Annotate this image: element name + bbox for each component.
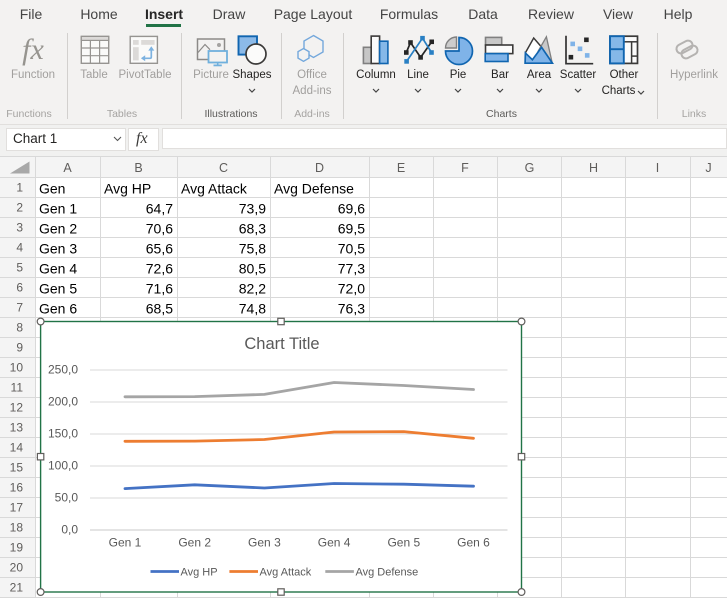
svg-text:150,0: 150,0 <box>48 427 78 441</box>
svg-text:Gen 5: Gen 5 <box>39 281 77 297</box>
svg-text:20: 20 <box>10 561 24 575</box>
svg-text:Gen 4: Gen 4 <box>318 536 351 550</box>
svg-text:6: 6 <box>16 281 23 295</box>
svg-text:Gen 2: Gen 2 <box>178 536 211 550</box>
svg-text:75,8: 75,8 <box>239 241 266 257</box>
svg-text:68,3: 68,3 <box>239 221 266 237</box>
svg-text:Gen 3: Gen 3 <box>248 536 281 550</box>
svg-text:Gen 6: Gen 6 <box>39 301 77 317</box>
svg-text:G: G <box>525 161 535 175</box>
svg-text:E: E <box>397 161 405 175</box>
svg-text:71,6: 71,6 <box>146 281 173 297</box>
svg-text:73,9: 73,9 <box>239 201 266 217</box>
svg-text:74,8: 74,8 <box>239 301 266 317</box>
svg-text:80,5: 80,5 <box>239 261 266 277</box>
svg-text:5: 5 <box>16 261 23 275</box>
svg-text:72,6: 72,6 <box>146 261 173 277</box>
svg-text:68,5: 68,5 <box>146 301 173 317</box>
svg-text:18: 18 <box>10 521 24 535</box>
svg-text:17: 17 <box>10 501 24 515</box>
svg-text:9: 9 <box>16 341 23 355</box>
svg-text:2: 2 <box>16 201 23 215</box>
svg-text:Avg Attack: Avg Attack <box>260 567 312 579</box>
svg-text:3: 3 <box>16 221 23 235</box>
svg-text:16: 16 <box>10 481 24 495</box>
svg-text:11: 11 <box>11 381 24 395</box>
svg-text:Gen 4: Gen 4 <box>39 261 77 277</box>
svg-text:1: 1 <box>16 181 23 195</box>
svg-text:77,3: 77,3 <box>338 261 365 277</box>
svg-text:70,6: 70,6 <box>146 221 173 237</box>
svg-text:Avg HP: Avg HP <box>104 181 151 197</box>
svg-text:7: 7 <box>16 301 23 315</box>
svg-text:Gen 1: Gen 1 <box>109 536 142 550</box>
svg-text:21: 21 <box>10 581 24 595</box>
svg-text:Avg Defense: Avg Defense <box>274 181 354 197</box>
svg-text:100,0: 100,0 <box>48 459 78 473</box>
svg-text:69,6: 69,6 <box>338 201 365 217</box>
svg-text:14: 14 <box>10 441 24 455</box>
svg-text:69,5: 69,5 <box>338 221 365 237</box>
svg-text:Chart Title: Chart Title <box>244 335 319 353</box>
svg-text:I: I <box>656 161 659 175</box>
svg-text:Gen: Gen <box>39 181 65 197</box>
svg-text:72,0: 72,0 <box>338 281 365 297</box>
svg-text:Gen 3: Gen 3 <box>39 241 77 257</box>
svg-text:J: J <box>705 161 711 175</box>
svg-text:F: F <box>461 161 469 175</box>
svg-text:50,0: 50,0 <box>55 491 79 505</box>
svg-text:15: 15 <box>10 461 24 475</box>
svg-text:19: 19 <box>10 541 24 555</box>
svg-text:4: 4 <box>16 241 23 255</box>
svg-text:76,3: 76,3 <box>338 301 365 317</box>
svg-text:H: H <box>589 161 598 175</box>
svg-text:Gen 5: Gen 5 <box>387 536 420 550</box>
svg-text:250,0: 250,0 <box>48 363 78 377</box>
svg-text:Avg Defense: Avg Defense <box>356 567 419 579</box>
svg-text:64,7: 64,7 <box>146 201 173 217</box>
svg-text:8: 8 <box>16 321 23 335</box>
svg-text:fx: fx <box>22 33 44 66</box>
svg-text:Avg HP: Avg HP <box>181 567 218 579</box>
svg-text:82,2: 82,2 <box>239 281 266 297</box>
svg-text:Gen 6: Gen 6 <box>457 536 490 550</box>
svg-text:12: 12 <box>10 401 24 415</box>
svg-text:C: C <box>219 161 228 175</box>
svg-text:13: 13 <box>10 421 24 435</box>
svg-text:Avg Attack: Avg Attack <box>181 181 248 197</box>
svg-text:70,5: 70,5 <box>338 241 365 257</box>
svg-text:0,0: 0,0 <box>61 523 78 537</box>
svg-text:65,6: 65,6 <box>146 241 173 257</box>
svg-text:B: B <box>134 161 142 175</box>
svg-text:D: D <box>315 161 324 175</box>
svg-text:10: 10 <box>10 361 24 375</box>
svg-text:Gen 2: Gen 2 <box>39 221 77 237</box>
svg-text:A: A <box>63 161 72 175</box>
svg-text:200,0: 200,0 <box>48 395 78 409</box>
svg-text:Gen 1: Gen 1 <box>39 201 77 217</box>
